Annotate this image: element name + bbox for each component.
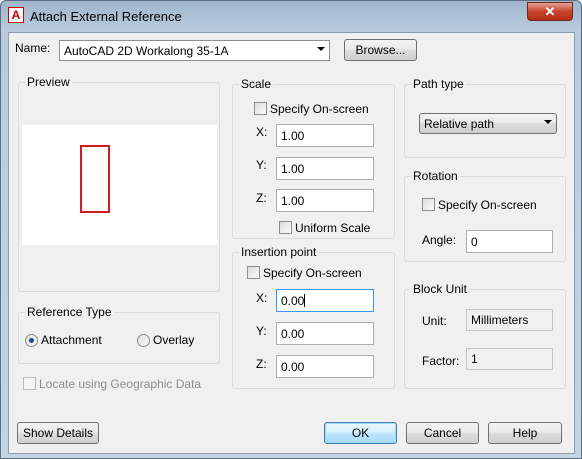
- preview-drawing-outline: [80, 145, 110, 213]
- dialog-window: A Attach External Reference ✕ Name: Auto…: [0, 0, 582, 459]
- text-caret: [304, 294, 306, 307]
- geographic-data-checkbox[interactable]: [23, 377, 36, 390]
- insertion-y-label: Y:: [256, 324, 267, 338]
- uniform-scale-checkbox[interactable]: [279, 221, 292, 234]
- attachment-radio[interactable]: [25, 334, 38, 347]
- scale-x-label: X:: [256, 125, 268, 139]
- insertion-x-label: X:: [256, 291, 268, 305]
- scale-group: Scale Specify On-screen X: 1.00 Y: 1.00 …: [232, 77, 395, 239]
- path-type-title: Path type: [411, 77, 466, 91]
- uniform-scale-label[interactable]: Uniform Scale: [295, 221, 370, 235]
- factor-label: Factor:: [422, 354, 460, 368]
- insertion-x-input[interactable]: 0.00: [276, 289, 374, 312]
- geographic-data-label: Locate using Geographic Data: [39, 377, 202, 391]
- unit-value: Millimeters: [466, 309, 553, 331]
- overlay-radio[interactable]: [137, 334, 150, 347]
- block-unit-group: Block Unit Unit: Millimeters Factor: 1: [404, 282, 566, 389]
- preview-title: Preview: [25, 75, 72, 89]
- autocad-app-icon: A: [8, 7, 24, 23]
- scale-title: Scale: [239, 77, 274, 91]
- rotation-specify-checkbox[interactable]: [422, 198, 435, 211]
- scale-z-input[interactable]: 1.00: [276, 189, 374, 212]
- dialog-title: Attach External Reference: [30, 9, 182, 24]
- block-unit-title: Block Unit: [411, 282, 470, 296]
- factor-value: 1: [466, 348, 553, 370]
- scale-z-label: Z:: [256, 191, 267, 205]
- preview-image: [22, 125, 217, 245]
- insertion-point-group: Insertion point Specify On-screen X: 0.0…: [232, 245, 395, 389]
- insertion-x-value: 0.00: [281, 294, 305, 308]
- rotation-group: Rotation Specify On-screen Angle: 0: [404, 169, 566, 262]
- chevron-down-icon: [317, 47, 325, 51]
- angle-label: Angle:: [422, 233, 457, 247]
- title-bar[interactable]: A Attach External Reference ✕: [1, 1, 581, 31]
- overlay-label[interactable]: Overlay: [153, 333, 194, 347]
- chevron-down-icon: [544, 120, 552, 124]
- name-label: Name:: [15, 41, 51, 55]
- dialog-body: Name: AutoCAD 2D Workalong 35-1A Browse.…: [8, 32, 575, 454]
- name-combo[interactable]: AutoCAD 2D Workalong 35-1A: [59, 40, 330, 61]
- angle-input[interactable]: 0: [466, 230, 553, 253]
- preview-group: Preview: [18, 75, 220, 292]
- path-type-value: Relative path: [424, 117, 495, 131]
- scale-y-input[interactable]: 1.00: [276, 157, 374, 180]
- path-type-select[interactable]: Relative path: [419, 113, 557, 134]
- browse-button[interactable]: Browse...: [344, 39, 417, 61]
- insertion-specify-checkbox[interactable]: [247, 266, 260, 279]
- insertion-z-input[interactable]: 0.00: [276, 355, 374, 378]
- path-type-group: Path type Relative path: [404, 77, 566, 158]
- rotation-specify-label[interactable]: Specify On-screen: [438, 198, 537, 212]
- cancel-button[interactable]: Cancel: [406, 422, 479, 444]
- name-combo-value: AutoCAD 2D Workalong 35-1A: [64, 44, 229, 58]
- insertion-specify-label[interactable]: Specify On-screen: [263, 266, 362, 280]
- ok-button[interactable]: OK: [324, 422, 397, 444]
- show-details-button[interactable]: Show Details: [17, 422, 99, 444]
- radio-selected-dot: [29, 338, 34, 343]
- close-button[interactable]: ✕: [527, 2, 573, 21]
- reference-type-title: Reference Type: [25, 305, 114, 319]
- insertion-y-input[interactable]: 0.00: [276, 322, 374, 345]
- scale-y-label: Y:: [256, 158, 267, 172]
- insertion-z-label: Z:: [256, 357, 267, 371]
- scale-specify-checkbox[interactable]: [254, 102, 267, 115]
- scale-specify-label[interactable]: Specify On-screen: [270, 102, 369, 116]
- reference-type-group: Reference Type Attachment Overlay: [18, 305, 220, 364]
- scale-x-input[interactable]: 1.00: [276, 124, 374, 147]
- insertion-point-title: Insertion point: [239, 245, 319, 259]
- rotation-title: Rotation: [411, 169, 460, 183]
- attachment-label[interactable]: Attachment: [41, 333, 102, 347]
- unit-label: Unit:: [422, 314, 447, 328]
- help-button[interactable]: Help: [488, 422, 562, 444]
